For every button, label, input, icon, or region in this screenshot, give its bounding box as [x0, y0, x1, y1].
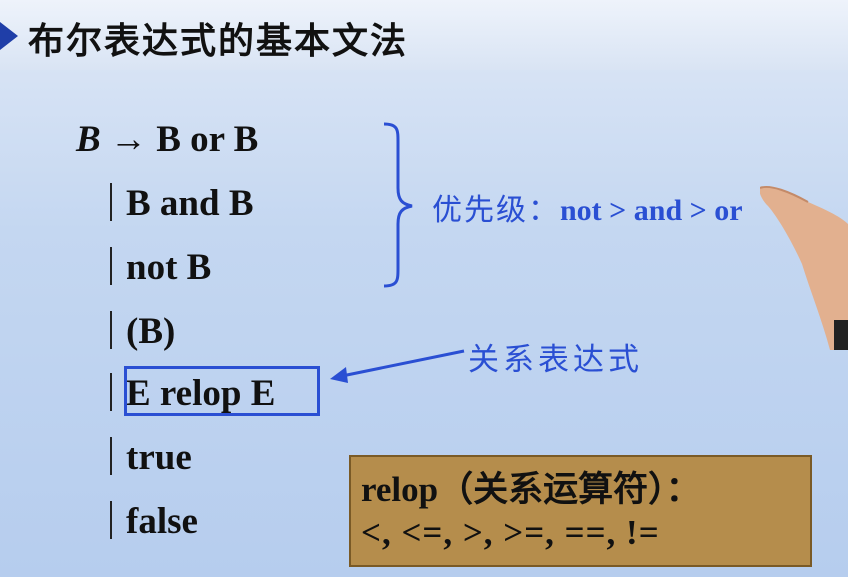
priority-label: 优先级：	[432, 193, 560, 228]
right-brace-icon	[383, 122, 413, 288]
grammar-alt-paren: (B)	[110, 310, 175, 353]
alternation-bar	[110, 437, 112, 475]
alternation-bar	[110, 183, 112, 221]
arrow-left-icon	[330, 349, 465, 383]
grammar-alt-and: B and B	[110, 182, 254, 225]
grammar-alt-false: false	[110, 500, 198, 543]
grammar-alt-true-text: true	[126, 437, 192, 478]
priority-expr: not > and > or	[560, 194, 743, 227]
alternation-bar	[110, 311, 112, 349]
relop-note-title: relop（关系运算符）：	[361, 461, 701, 512]
pointing-hand-icon	[760, 186, 848, 350]
grammar-arrow: →	[109, 119, 147, 160]
grammar-alt-true: true	[110, 436, 192, 479]
grammar-alt-not: not B	[110, 246, 211, 289]
relop-operators: <, <=, >, >=, ==, !=	[361, 513, 660, 552]
alternation-bar	[110, 501, 112, 539]
grammar-rule-1: B → B or B	[76, 118, 258, 161]
priority-note: 优先级：not > and > or	[432, 185, 743, 229]
grammar-alt-paren-text: (B)	[126, 311, 176, 352]
alternation-bar	[110, 247, 112, 285]
title-marker-icon	[0, 22, 18, 50]
grammar-alt-and-text: B and B	[126, 183, 254, 224]
page-title: 布尔表达式的基本文法	[28, 21, 409, 62]
alternation-bar	[110, 373, 112, 411]
grammar-alt-not-text: not B	[126, 247, 212, 288]
grammar-head: B	[76, 119, 101, 160]
relop-description: （关系运算符）：	[438, 470, 701, 510]
title-bar: 布尔表达式的基本文法	[0, 0, 848, 70]
relop-keyword: relop	[361, 470, 439, 509]
relop-highlight-box	[124, 366, 320, 416]
relop-note-box: relop（关系运算符）： <, <=, >, >=, ==, !=	[349, 455, 812, 567]
grammar-rule-1-body: B or B	[156, 119, 259, 160]
grammar-alt-false-text: false	[126, 501, 198, 542]
relational-expression-label: 关系表达式	[468, 342, 643, 378]
